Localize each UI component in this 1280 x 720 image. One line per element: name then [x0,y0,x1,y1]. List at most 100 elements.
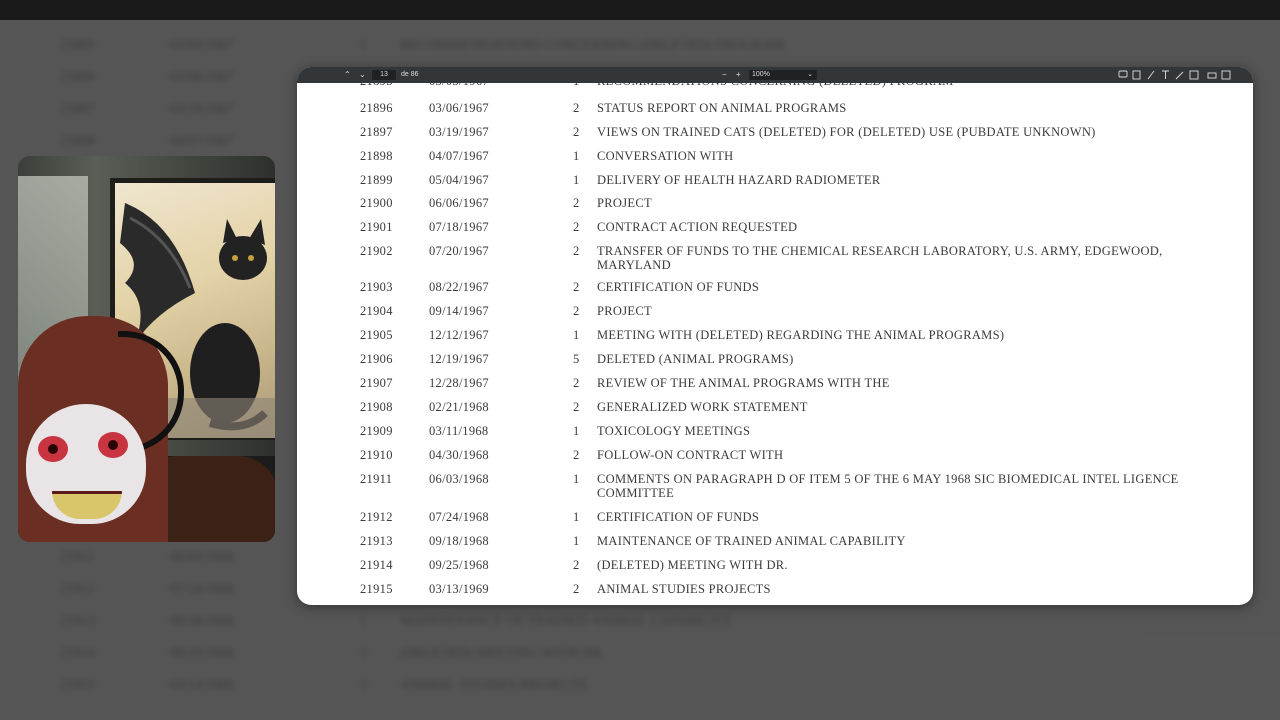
row-date: 08/22/1967 [429,280,489,294]
row-subject: CERTIFICATION OF FUNDS [597,280,760,294]
row-id: 21913 [360,534,393,548]
row-date: 03/13/1969 [429,582,489,596]
row-id: 21895 [360,83,393,89]
draw-icon [1175,71,1184,80]
row-pages: 2 [573,558,580,572]
zoom-out-icon[interactable]: − [722,67,727,83]
row-id: 21915 [360,582,393,596]
row-subject: COMMENTS ON PARAGRAPH D OF ITEM 5 OF THE… [597,472,1179,500]
row-subject: CONTRACT ACTION REQUESTED [597,220,798,234]
row-pages: 2 [573,280,580,294]
row-id: 21902 [360,244,393,258]
row-id: 21905 [360,328,393,342]
row-date: 09/25/1968 [429,558,489,572]
row-id: 21906 [360,352,393,366]
row-subject: CONVERSATION WITH [597,149,734,163]
row-subject: VIEWS ON TRAINED CATS (DELETED) FOR (DEL… [597,125,1096,139]
row-subject: RECOMMENDATIONS CONCERNING (DELETED) PRO… [597,83,1207,88]
row-date: 02/21/1968 [429,400,489,414]
row-pages: 2 [573,376,580,390]
row-subject: MAINTENANCE OF TRAINED ANIMAL CAPABILITY [597,534,906,548]
zoom-select[interactable]: 100% ⌄ [749,70,817,80]
row-id: 21901 [360,220,393,234]
row-id: 21899 [360,173,393,187]
mask-right-eye [98,432,128,458]
row-date: 03/19/1967 [429,125,489,139]
row-id: 21896 [360,101,393,115]
row-date: 07/20/1967 [429,244,489,258]
zoom-value: 100% [752,71,770,78]
zoom-in-icon[interactable]: + [736,67,741,83]
row-subject: CERTIFICATION OF FUNDS [597,510,760,524]
row-subject: PROJECT [597,196,652,210]
row-date: 12/12/1967 [429,328,489,342]
row-date: 09/14/1967 [429,304,489,318]
mask-left-eye [38,436,68,462]
page-number-input[interactable]: 13 [372,70,396,80]
print-icon [1207,72,1217,79]
row-pages: 5 [573,352,580,366]
image-icon [1189,70,1199,80]
row-subject: ANIMAL STUDIES PROJECTS [597,582,771,596]
row-id: 21914 [360,558,393,572]
row-pages: 2 [573,125,580,139]
row-pages: 2 [573,220,580,234]
document-page: 21895 03/03/1967 1 RECOMMENDATIONS CONCERNI… [297,83,1253,605]
row-pages: 1 [573,510,580,524]
row-subject: TRANSFER OF FUNDS TO THE CHEMICAL RESEAR… [597,244,1163,272]
row-pages: 2 [573,244,580,258]
row-date: 12/19/1967 [429,352,489,366]
row-subject: PROJECT [597,304,652,318]
row-subject: GENERALIZED WORK STATEMENT [597,400,808,414]
row-pages: 1 [573,328,580,342]
row-date: 07/24/1968 [429,510,489,524]
row-date: 03/03/1967 [429,83,489,89]
row-subject: STATUS REPORT ON ANIMAL PROGRAMS [597,101,847,115]
row-pages: 1 [573,472,580,486]
save-icon [1221,70,1231,80]
row-date: 03/06/1967 [429,101,489,115]
row-id: 21909 [360,424,393,438]
row-subject: (DELETED) MEETING WITH DR. [597,558,788,572]
edit-icon [1132,70,1141,80]
webcam-overlay [18,156,275,542]
row-pages: 1 [573,534,580,548]
chevron-up-icon[interactable]: ⌃ [344,67,351,83]
row-date: 06/03/1968 [429,472,489,486]
row-id: 21903 [360,280,393,294]
row-date: 07/18/1967 [429,220,489,234]
row-pages: 2 [573,304,580,318]
row-pages: 1 [573,173,580,187]
row-subject: MEETING WITH (DELETED) REGARDING THE ANI… [597,328,1005,342]
row-id: 21900 [360,196,393,210]
row-date: 03/11/1968 [429,424,489,438]
chevron-down-icon[interactable]: ⌄ [359,67,366,83]
row-pages: 1 [573,149,580,163]
pdf-toolbar: ⌃ ⌄ 13 de 86 − + 100% ⌄ [297,67,1253,83]
row-id: 21898 [360,149,393,163]
row-date: 05/04/1967 [429,173,489,187]
row-date: 06/06/1967 [429,196,489,210]
row-id: 21910 [360,448,393,462]
row-subject: DELIVERY OF HEALTH HAZARD RADIOMETER [597,173,881,187]
row-id: 21907 [360,376,393,390]
row-pages: 2 [573,448,580,462]
row-pages: 2 [573,400,580,414]
row-subject: FOLLOW-ON CONTRACT WITH [597,448,784,462]
row-date: 04/30/1968 [429,448,489,462]
row-id: 21897 [360,125,393,139]
highlight-icon [1147,70,1155,80]
pdf-viewer-window: ⌃ ⌄ 13 de 86 − + 100% ⌄ 21895 03/03/1967 1… [297,67,1253,605]
row-id: 21908 [360,400,393,414]
toolbar-tools [1118,70,1231,80]
comment-icon [1118,70,1128,78]
row-date: 04/07/1967 [429,149,489,163]
row-date: 09/18/1968 [429,534,489,548]
row-pages: 2 [573,101,580,115]
row-pages: 2 [573,196,580,210]
row-subject: DELETED (ANIMAL PROGRAMS) [597,352,794,366]
text-icon [1162,70,1169,79]
page-total: de 86 [401,71,419,78]
row-pages: 1 [573,83,580,89]
row-id: 21904 [360,304,393,318]
